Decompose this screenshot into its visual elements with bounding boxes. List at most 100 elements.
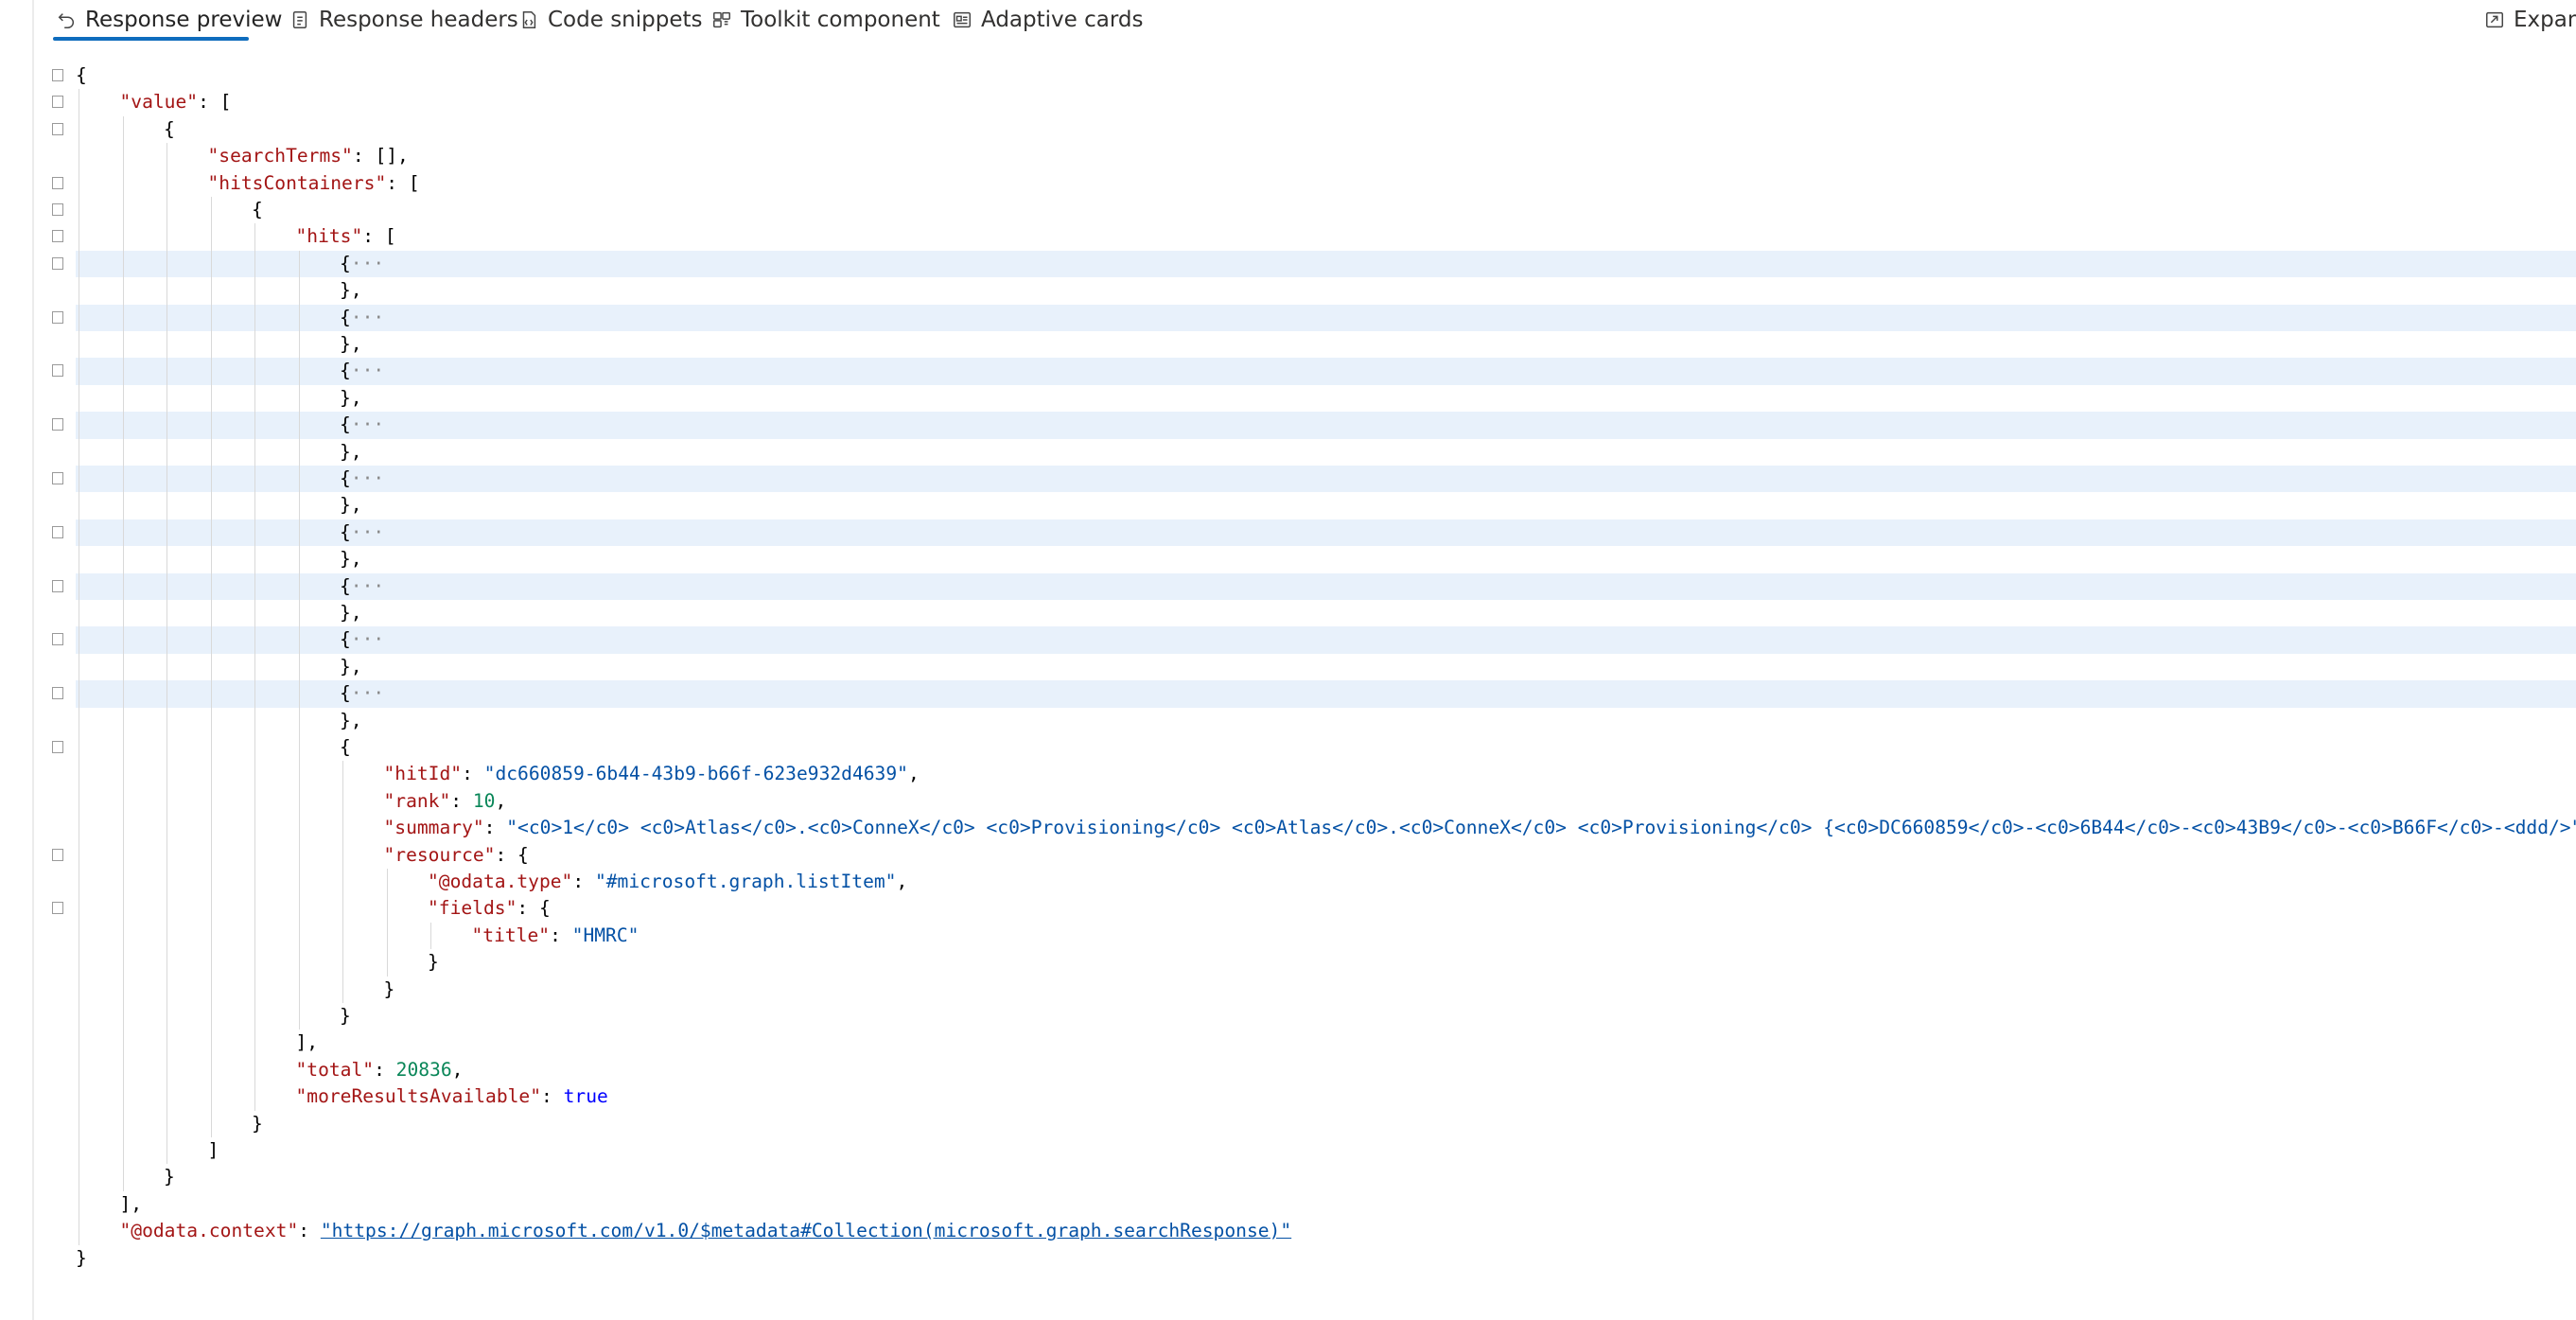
code-line: } (0, 977, 2576, 1003)
fold-toggle[interactable] (52, 310, 63, 324)
fold-toggle[interactable] (52, 96, 63, 109)
collapsed-ellipsis[interactable]: ··· (351, 253, 384, 274)
collapsed-ellipsis[interactable]: ··· (351, 575, 384, 597)
punctuation: : (462, 763, 484, 785)
fold-toggle[interactable] (52, 687, 63, 700)
code-line: "rank": 10, (0, 788, 2576, 815)
fold-toggle[interactable] (52, 69, 63, 81)
tab-code-snippets[interactable]: Code snippets (517, 0, 703, 40)
fold-toggle[interactable] (52, 230, 63, 243)
fold-toggle[interactable] (52, 203, 63, 216)
code-text: { (164, 118, 175, 140)
json-key: "rank" (383, 789, 451, 812)
fold-toggle[interactable] (52, 256, 63, 270)
tab-response-preview[interactable]: Response preview (55, 0, 282, 40)
code-line: }, (0, 385, 2576, 412)
punctuation: { (164, 117, 175, 140)
punctuation: : (450, 789, 473, 812)
collapsed-hit-row: {··· (0, 412, 2576, 439)
punctuation: { (340, 467, 351, 489)
code-text: "total": 20836, (296, 1059, 464, 1081)
code-text: "summary": "<c0>1</c0> <c0>Atlas</c0>.<c… (384, 817, 2576, 838)
code-line: "moreResultsAvailable": true (0, 1083, 2576, 1110)
collapsed-hit-row: {··· (0, 626, 2576, 655)
collapsed-ellipsis[interactable]: ··· (351, 307, 384, 328)
code-text: {··· (340, 682, 384, 704)
fold-toggle[interactable] (52, 176, 63, 189)
punctuation: , (451, 1058, 464, 1081)
punctuation: : (298, 1220, 321, 1242)
code-text: {··· (340, 628, 384, 650)
fold-toggle[interactable] (52, 472, 63, 484)
collapsed-ellipsis[interactable]: ··· (351, 521, 384, 543)
json-value: true (563, 1085, 608, 1108)
json-key: "@odata.context" (119, 1220, 299, 1242)
fold-toggle[interactable] (52, 902, 63, 915)
fold-toggle[interactable] (52, 525, 63, 538)
code-line: ], (0, 1030, 2576, 1056)
code-line: } (0, 1003, 2576, 1030)
code-text: "hits": [ (296, 225, 396, 247)
indent-guide (298, 250, 300, 1030)
code-text: {··· (340, 307, 384, 328)
punctuation: { (340, 252, 351, 274)
punctuation: { (340, 574, 351, 597)
indent-guide (210, 197, 212, 1137)
punctuation: ] (207, 1139, 219, 1161)
fold-toggle[interactable] (52, 633, 63, 646)
card-icon (951, 9, 973, 31)
code-text: }, (340, 710, 362, 731)
collapsed-ellipsis[interactable]: ··· (351, 360, 384, 381)
expand-button[interactable]: Expand (2483, 0, 2576, 40)
code-text: {··· (340, 414, 384, 435)
indent-guide (430, 922, 431, 950)
code-text: "fields": { (428, 897, 551, 919)
punctuation: : { (517, 897, 551, 920)
collapsed-ellipsis[interactable]: ··· (351, 682, 384, 704)
json-value: "HMRC" (571, 924, 640, 946)
code-text: "moreResultsAvailable": true (296, 1085, 608, 1107)
punctuation: }, (340, 279, 362, 302)
code-line: }, (0, 277, 2576, 304)
punctuation: }, (340, 440, 362, 463)
collapsed-ellipsis[interactable]: ··· (351, 467, 384, 489)
punctuation: { (340, 682, 351, 705)
punctuation: : [ (362, 225, 396, 248)
code-line: "resource": { (0, 842, 2576, 869)
fold-toggle[interactable] (52, 418, 63, 431)
fold-toggle[interactable] (52, 122, 63, 135)
tab-response-headers[interactable]: Response headers (289, 0, 518, 40)
punctuation: { (340, 736, 351, 758)
punctuation: } (340, 1005, 351, 1027)
indent-guide (122, 115, 124, 1191)
json-value: "dc660859-6b44-43b9-b66f-623e932d4639" (483, 763, 908, 785)
fold-toggle[interactable] (52, 364, 63, 378)
odata-context-link[interactable]: "https://graph.microsoft.com/v1.0/$metad… (321, 1220, 1291, 1241)
punctuation: }, (340, 333, 362, 355)
collapsed-ellipsis[interactable]: ··· (351, 628, 384, 650)
tab-label: Code snippets (548, 8, 703, 32)
code-text: } (384, 978, 395, 1000)
indent-guide (254, 223, 255, 1111)
punctuation: , (896, 871, 908, 892)
code-line: }, (0, 492, 2576, 519)
tab-adaptive-cards[interactable]: Adaptive cards (951, 0, 1143, 40)
json-key: "title" (471, 924, 551, 946)
code-line: { (0, 116, 2576, 143)
json-key: "fields" (428, 897, 517, 920)
punctuation: } (428, 951, 439, 974)
code-line: }, (0, 654, 2576, 680)
json-key: "summary" (383, 817, 484, 839)
collapsed-hit-row: {··· (0, 680, 2576, 708)
json-value: 20836 (395, 1058, 452, 1081)
tab-toolkit-component[interactable]: Toolkit component (710, 0, 940, 40)
fold-toggle[interactable] (52, 741, 63, 753)
punctuation: }, (340, 548, 362, 571)
active-tab-indicator (53, 37, 249, 41)
fold-toggle[interactable] (52, 848, 63, 861)
code-text: } (428, 951, 439, 973)
undo-arrow-icon (55, 9, 78, 31)
fold-toggle[interactable] (52, 579, 63, 592)
code-line: "summary": "<c0>1</c0> <c0>Atlas</c0>.<c… (0, 815, 2576, 841)
collapsed-ellipsis[interactable]: ··· (351, 414, 384, 435)
